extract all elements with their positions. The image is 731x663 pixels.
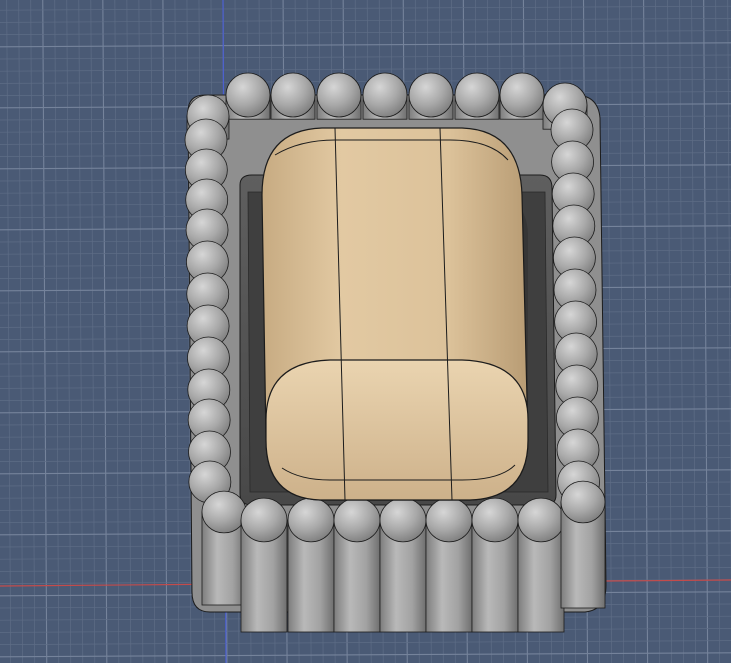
viewport-scene[interactable] — [0, 0, 731, 663]
rim-pillar — [362, 72, 408, 120]
rim-pillar — [240, 497, 288, 633]
earbud-case-body[interactable] — [261, 127, 529, 501]
rim-pillar — [379, 497, 427, 633]
rim-pillar — [425, 497, 473, 633]
rim-pillar — [287, 497, 335, 633]
cad-3d-viewport[interactable] — [0, 0, 731, 663]
rim-pillar — [499, 72, 545, 120]
rim-pillar — [225, 72, 271, 120]
case-lid — [265, 359, 529, 501]
rim-pillar — [201, 490, 247, 606]
rim-pillar — [454, 72, 500, 120]
rim-pillar — [517, 497, 565, 633]
rim-pillar — [270, 72, 316, 120]
rim-pillar — [560, 480, 606, 609]
rim-pillar — [316, 72, 362, 120]
rim-pillar — [333, 497, 381, 633]
rim-pillar — [408, 72, 454, 120]
rim-pillar — [471, 497, 519, 633]
